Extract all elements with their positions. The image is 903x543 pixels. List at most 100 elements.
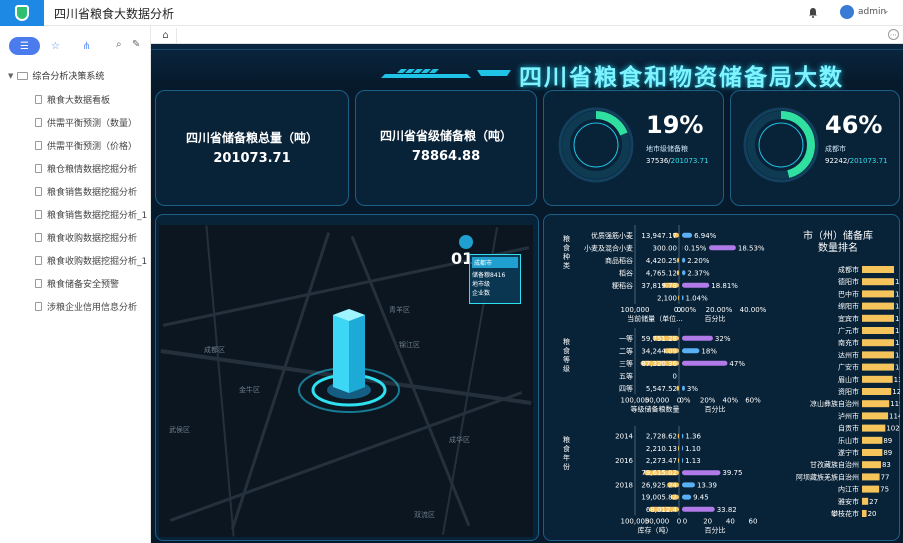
- document-icon: [35, 95, 42, 104]
- ranking-bar: [862, 485, 880, 493]
- chart-bar-right: [682, 348, 700, 354]
- ranking-value-label: 20: [868, 510, 877, 518]
- list-icon[interactable]: ☰: [9, 37, 40, 55]
- chart-group-label: 级: [563, 364, 570, 373]
- sidebar-item[interactable]: 粮食大数据看板: [35, 93, 110, 106]
- document-icon: [35, 118, 42, 127]
- chart-bar-right-label: 18.53%: [738, 244, 765, 252]
- ranking-category-label: 雅安市: [838, 497, 859, 506]
- sidebar-item[interactable]: 粮食储备安全预警: [35, 277, 119, 290]
- ranking-value-label: 128: [892, 388, 900, 396]
- ranking-value-label: 114: [889, 412, 900, 420]
- ranking-bar: [862, 449, 883, 456]
- chart-bar-right-label: 2.37%: [687, 269, 710, 277]
- map-info-line: 企业数: [472, 290, 491, 297]
- chevron-down-icon[interactable]: ⌄: [882, 6, 890, 16]
- ranking-category-label: 眉山市: [838, 375, 859, 384]
- ranking-bar: [862, 400, 890, 408]
- ranking-category-label: 绵阳市: [838, 302, 859, 311]
- ranking-value-label: 1: [895, 339, 899, 347]
- chart-category-label: 商品稻谷: [605, 256, 633, 265]
- chart-bar-right: [682, 494, 692, 500]
- map-road: [205, 225, 235, 537]
- ranking-category-label: 自贡市: [838, 424, 859, 433]
- chart-bar-left: [678, 295, 679, 301]
- chart-group-label: 等: [563, 355, 570, 364]
- ranking-category-label: 凉山彝族自治州: [810, 399, 859, 408]
- chart-category-label: 五等: [619, 371, 633, 380]
- ring1-numbers: 37536/201073.71: [646, 157, 709, 165]
- sidebar-item-label: 粮仓粮情数据挖掘分析: [47, 165, 138, 175]
- document-icon: [35, 141, 42, 150]
- chart-bar-left-label: 5,547.52: [646, 385, 677, 393]
- sidebar-item-label: 粮食储备安全预警: [47, 280, 120, 290]
- sidebar-item[interactable]: 涉粮企业信用信息分析: [35, 300, 137, 313]
- sidebar-item[interactable]: 供需平衡预测（数量）: [35, 116, 137, 129]
- ranking-bar: [862, 424, 886, 432]
- chart-category-label: 四等: [619, 384, 633, 393]
- chart-bar-right-label: 1.13: [685, 457, 701, 465]
- dashboard: 四川省粮食和物资储备局大数 四川省储备粮总量（吨） 201073.71 四川省省…: [151, 44, 903, 543]
- map-pin-icon: [459, 235, 473, 249]
- sidebar-item[interactable]: 供需平衡预测（价格）: [35, 139, 137, 152]
- ring-chart-2: [743, 107, 819, 183]
- ranking-value-label: 1: [895, 303, 899, 311]
- avatar[interactable]: [840, 5, 854, 19]
- home-icon[interactable]: ⌂: [155, 28, 177, 43]
- star-icon[interactable]: ☆: [40, 37, 71, 55]
- sidebar-item[interactable]: 粮食收购数据挖掘分析_1: [35, 254, 147, 267]
- share-icon[interactable]: ⋔: [71, 37, 102, 55]
- chart-axis-title: 百分比: [705, 405, 726, 414]
- sidebar-item-label: 涉粮企业信用信息分析: [47, 303, 138, 313]
- sidebar-item[interactable]: 粮仓粮情数据挖掘分析: [35, 162, 137, 175]
- chart-category-label: 小麦及混合小麦: [584, 243, 633, 252]
- sidebar-item-label: 粮食销售数据挖掘分析_1: [47, 211, 148, 221]
- ranking-value-label: 1: [895, 327, 899, 335]
- ranking-category-label: 广元市: [838, 326, 859, 335]
- chart-bar-right-label: 6.94%: [694, 232, 717, 240]
- pin-icon[interactable]: ✎: [132, 39, 140, 50]
- ring1-percent: 19%: [646, 111, 704, 139]
- chart-bar-left-label: 79,615.02: [641, 469, 677, 477]
- chart-category-label: 二等: [619, 346, 633, 355]
- chart-bar-right-label: 32%: [715, 335, 731, 343]
- bell-icon[interactable]: [808, 7, 818, 18]
- top-bar: 四川省粮食大数据分析 admin ⌄: [0, 0, 903, 26]
- chart-bar-right: [709, 245, 736, 251]
- ranking-value-label: 14: [895, 364, 900, 372]
- ranking-title: 市（州）储备库: [803, 229, 873, 242]
- map-location-marker[interactable]: [289, 305, 409, 425]
- ranking-value-label: 1: [895, 315, 899, 323]
- chart-bar-left-label: 13,947.17: [641, 232, 677, 240]
- app-logo[interactable]: [0, 0, 44, 26]
- search-icon[interactable]: ⌕: [116, 39, 122, 50]
- map-info-card[interactable]: 成都市 储备粮8416 地市级 企业数: [469, 254, 521, 304]
- chart-bar-right: [682, 295, 684, 301]
- ranking-bar: [862, 266, 894, 273]
- ranking-bar: [862, 375, 893, 383]
- chart-tick-label: 50,000: [645, 517, 670, 525]
- sidebar-item[interactable]: 粮食收购数据挖掘分析: [35, 231, 137, 244]
- chart-bar-right-label: 1.10: [685, 445, 701, 453]
- ranking-category-label: 泸州市: [838, 411, 859, 420]
- ranking-bar: [862, 510, 867, 517]
- chart-group-label: 食: [563, 243, 570, 252]
- chart-bar-right: [682, 506, 715, 512]
- chart-axis-title: 百分比: [705, 525, 726, 534]
- chart-tick-label: 100,000: [621, 306, 650, 314]
- sidebar-item[interactable]: 粮食销售数据挖掘分析_1: [35, 208, 147, 221]
- sidebar-item[interactable]: 粮食销售数据挖掘分析: [35, 185, 137, 198]
- tree-root[interactable]: ▼ 综合分析决策系统: [8, 69, 104, 82]
- chart-bar-right-label: 47%: [729, 360, 745, 368]
- kpi-panel-provincial: 四川省省级储备粮（吨） 78864.88: [355, 90, 537, 206]
- chart-tick-label: 0%: [679, 397, 690, 405]
- chart-bar-right: [682, 385, 685, 391]
- sidebar-tabs: ☰ ☆ ⋔: [9, 37, 102, 55]
- chart-bar-left-label: 37,819.78: [641, 282, 677, 290]
- chart-bar-right: [682, 257, 686, 263]
- chart-bar-left: [676, 270, 679, 276]
- ranking-category-label: 广安市: [838, 363, 859, 372]
- map-info-title: 成都市: [472, 257, 518, 268]
- chart-tick-label: 0.00%: [674, 306, 697, 314]
- more-icon[interactable]: ⋯: [888, 29, 899, 40]
